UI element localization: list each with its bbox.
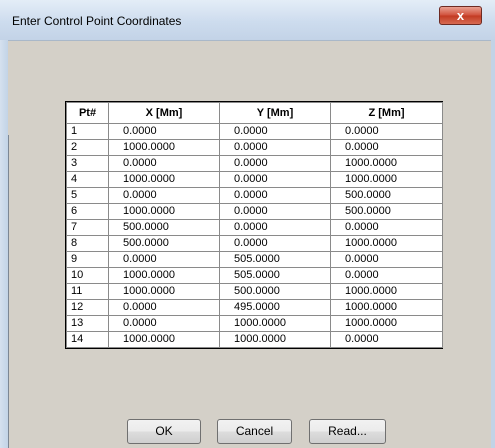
- coordinate-cell-z[interactable]: 1000.0000: [330, 235, 443, 252]
- coordinate-cell-z[interactable]: 1000.0000: [330, 299, 443, 316]
- coordinate-cell-y[interactable]: 505.0000: [219, 251, 331, 268]
- coordinate-cell-y[interactable]: 1000.0000: [219, 315, 331, 332]
- coordinate-cell-z[interactable]: 0.0000: [330, 139, 443, 156]
- coordinate-cell-x[interactable]: 1000.0000: [108, 283, 220, 300]
- window-frame-left: [0, 40, 8, 448]
- coordinate-cell-x[interactable]: 0.0000: [108, 251, 220, 268]
- row-number-cell[interactable]: 4: [66, 171, 109, 188]
- coordinate-cell-z[interactable]: 1000.0000: [330, 171, 443, 188]
- row-number-cell[interactable]: 14: [66, 331, 109, 348]
- column-header-y[interactable]: Y [Mm]: [219, 102, 331, 124]
- row-number-cell[interactable]: 10: [66, 267, 109, 284]
- coordinate-cell-y[interactable]: 0.0000: [219, 171, 331, 188]
- table-row: 10 1000.0000 505.0000 0.0000: [66, 267, 443, 284]
- table-row: 13 0.0000 1000.0000 1000.0000: [66, 315, 443, 332]
- coordinate-cell-y[interactable]: 0.0000: [219, 123, 331, 140]
- table-row: 14 1000.0000 1000.0000 0.0000: [66, 331, 443, 348]
- coordinate-cell-x[interactable]: 1000.0000: [108, 171, 220, 188]
- window-title: Enter Control Point Coordinates: [12, 14, 182, 28]
- coordinate-cell-z[interactable]: 500.0000: [330, 203, 443, 220]
- coordinate-cell-y[interactable]: 500.0000: [219, 283, 331, 300]
- coordinate-cell-y[interactable]: 0.0000: [219, 219, 331, 236]
- coordinate-cell-y[interactable]: 0.0000: [219, 235, 331, 252]
- column-header-pt[interactable]: Pt#: [66, 102, 109, 124]
- coordinate-cell-z[interactable]: 0.0000: [330, 219, 443, 236]
- close-button[interactable]: x: [439, 6, 482, 25]
- coordinate-cell-z[interactable]: 0.0000: [330, 251, 443, 268]
- title-bar[interactable]: Enter Control Point Coordinates x: [0, 0, 495, 40]
- row-number-cell[interactable]: 5: [66, 187, 109, 204]
- coordinates-table: Pt# X [Mm] Y [Mm] Z [Mm] 1 0.0000 0.0000 0.…: [66, 102, 443, 348]
- coordinate-cell-y[interactable]: 1000.0000: [219, 331, 331, 348]
- coordinate-cell-z[interactable]: 0.0000: [330, 331, 443, 348]
- coordinate-cell-z[interactable]: 1000.0000: [330, 315, 443, 332]
- coordinate-cell-z[interactable]: 500.0000: [330, 187, 443, 204]
- coordinate-cell-z[interactable]: 1000.0000: [330, 155, 443, 172]
- row-number-cell[interactable]: 12: [66, 299, 109, 316]
- column-header-z[interactable]: Z [Mm]: [330, 102, 443, 124]
- coordinate-cell-y[interactable]: 0.0000: [219, 187, 331, 204]
- coordinate-cell-x[interactable]: 1000.0000: [108, 203, 220, 220]
- coordinate-cell-x[interactable]: 1000.0000: [108, 267, 220, 284]
- row-number-cell[interactable]: 11: [66, 283, 109, 300]
- table-row: 2 1000.0000 0.0000 0.0000: [66, 139, 443, 156]
- coordinate-cell-y[interactable]: 505.0000: [219, 267, 331, 284]
- coordinate-cell-z[interactable]: 1000.0000: [330, 283, 443, 300]
- table-row: 8 500.0000 0.0000 1000.0000: [66, 235, 443, 252]
- coordinate-cell-x[interactable]: 0.0000: [108, 299, 220, 316]
- frame-divider: [8, 135, 9, 448]
- read-button[interactable]: Read...: [309, 419, 386, 444]
- close-icon: x: [456, 8, 465, 23]
- row-number-cell[interactable]: 8: [66, 235, 109, 252]
- coordinate-cell-y[interactable]: 0.0000: [219, 139, 331, 156]
- table-row: 4 1000.0000 0.0000 1000.0000: [66, 171, 443, 188]
- coordinate-cell-x[interactable]: 500.0000: [108, 235, 220, 252]
- dialog-window: Enter Control Point Coordinates x Pt# X …: [0, 0, 495, 448]
- coordinate-cell-x[interactable]: 500.0000: [108, 219, 220, 236]
- coordinate-cell-x[interactable]: 0.0000: [108, 123, 220, 140]
- row-number-cell[interactable]: 6: [66, 203, 109, 220]
- row-number-cell[interactable]: 1: [66, 123, 109, 140]
- coordinate-cell-x[interactable]: 0.0000: [108, 187, 220, 204]
- coordinate-cell-x[interactable]: 0.0000: [108, 315, 220, 332]
- table-row: 3 0.0000 0.0000 1000.0000: [66, 155, 443, 172]
- coordinate-cell-z[interactable]: 0.0000: [330, 267, 443, 284]
- table-row: 7 500.0000 0.0000 0.0000: [66, 219, 443, 236]
- row-number-cell[interactable]: 9: [66, 251, 109, 268]
- table-row: 11 1000.0000 500.0000 1000.0000: [66, 283, 443, 300]
- table-row: 5 0.0000 0.0000 500.0000: [66, 187, 443, 204]
- ok-button[interactable]: OK: [127, 419, 201, 444]
- control-point-grid: Pt# X [Mm] Y [Mm] Z [Mm] 1 0.0000 0.0000 0.…: [65, 101, 443, 349]
- coordinate-cell-x[interactable]: 1000.0000: [108, 331, 220, 348]
- table-row: 1 0.0000 0.0000 0.0000: [66, 123, 443, 140]
- coordinate-cell-z[interactable]: 0.0000: [330, 123, 443, 140]
- coordinate-cell-y[interactable]: 495.0000: [219, 299, 331, 316]
- coordinate-cell-x[interactable]: 1000.0000: [108, 139, 220, 156]
- row-number-cell[interactable]: 13: [66, 315, 109, 332]
- row-number-cell[interactable]: 7: [66, 219, 109, 236]
- table-row: 6 1000.0000 0.0000 500.0000: [66, 203, 443, 220]
- row-number-cell[interactable]: 2: [66, 139, 109, 156]
- table-header-row: Pt# X [Mm] Y [Mm] Z [Mm]: [66, 102, 443, 124]
- column-header-x[interactable]: X [Mm]: [108, 102, 220, 124]
- coordinate-cell-y[interactable]: 0.0000: [219, 203, 331, 220]
- table-row: 9 0.0000 505.0000 0.0000: [66, 251, 443, 268]
- table-body: 1 0.0000 0.0000 0.0000 2 1000.0000 0.0000 0.000…: [66, 123, 443, 348]
- coordinate-cell-y[interactable]: 0.0000: [219, 155, 331, 172]
- table-row: 12 0.0000 495.0000 1000.0000: [66, 299, 443, 316]
- coordinate-cell-x[interactable]: 0.0000: [108, 155, 220, 172]
- cancel-button[interactable]: Cancel: [217, 419, 292, 444]
- window-frame-right: [491, 40, 495, 448]
- row-number-cell[interactable]: 3: [66, 155, 109, 172]
